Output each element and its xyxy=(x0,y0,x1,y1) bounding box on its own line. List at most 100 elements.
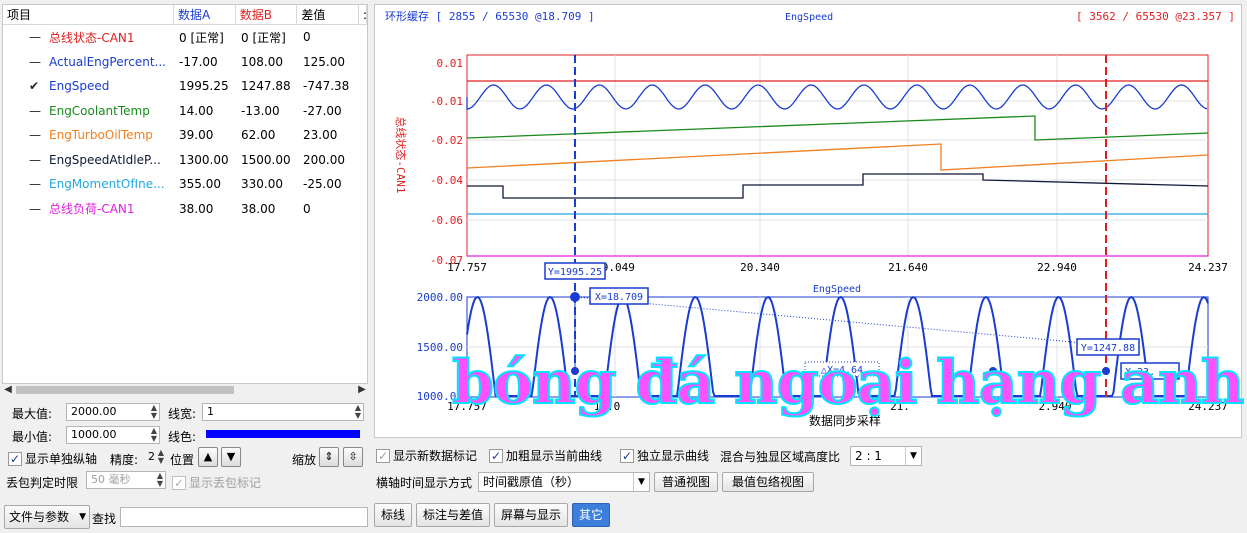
linewidth-spinner[interactable]: 1 ▲ ▼ xyxy=(202,403,364,421)
move-down-icon[interactable]: ▼ xyxy=(221,447,241,467)
spin-arrows-icon[interactable]: ▲ ▼ xyxy=(151,427,157,443)
row-data-a: 14.00 xyxy=(179,103,214,118)
row-diff: 0 xyxy=(303,201,311,216)
spin-arrows-icon[interactable]: ▲ ▼ xyxy=(355,404,361,420)
scroll-thumb[interactable] xyxy=(16,386,234,394)
solo-curve-checkbox[interactable]: ✓ 独立显示曲线 xyxy=(620,447,709,464)
normal-view-button[interactable]: 普通视图 xyxy=(654,472,718,492)
check-icon[interactable]: ✔ xyxy=(29,79,49,93)
show-drop-mark-checkbox[interactable]: ✓ 显示丢包标记 xyxy=(172,474,261,491)
cursor-a-point[interactable] xyxy=(570,292,580,302)
header-item[interactable]: 项目 xyxy=(3,5,175,24)
row-data-b: 0 [正常] xyxy=(241,30,286,45)
bottom-x-ticks: 17.757 19.0 21. 2.940 24.237 xyxy=(447,400,1228,413)
x-tick-label: 19.0 xyxy=(594,400,621,413)
spin-arrows-icon[interactable]: ▲ ▼ xyxy=(157,472,163,488)
row-item: — ActualEngPercent... xyxy=(3,55,175,69)
show-new-data-mark-checkbox[interactable]: ✓ 显示新数据标记 xyxy=(376,447,477,464)
dropdown-arrow-icon[interactable]: ▼ xyxy=(633,473,649,491)
file-params-label: 文件与参数 xyxy=(9,510,70,524)
line-marker-icon[interactable]: — xyxy=(29,55,49,69)
signal-grid[interactable]: 项目 数据A 数据B 差值 : — 总线状态-CAN1 0 [正常] 0 [正常] 0—… xyxy=(2,4,368,384)
scroll-left-icon[interactable]: ◀ xyxy=(2,384,14,396)
header-data-a[interactable]: 数据A xyxy=(174,5,236,24)
spin-arrows-icon[interactable]: ▲ ▼ xyxy=(158,449,164,465)
bold-current-curve-checkbox[interactable]: ✓ 加粗显示当前曲线 xyxy=(489,447,602,464)
x-tick-label: 21. xyxy=(890,400,910,413)
row-data-a: 39.00 xyxy=(179,128,214,143)
scroll-right-icon[interactable]: ▶ xyxy=(356,384,368,396)
linecolor-swatch[interactable] xyxy=(206,430,360,438)
file-params-button[interactable]: 文件与参数 ▼ xyxy=(4,505,90,529)
bold-current-curve-label: 加粗显示当前曲线 xyxy=(506,449,603,463)
top-plot-frame xyxy=(466,54,1209,257)
row-data-a: -17.00 xyxy=(179,54,218,69)
table-row[interactable]: — EngTurboOilTemp 39.00 62.00 23.00 xyxy=(3,123,367,148)
solo-curve-label: 独立显示曲线 xyxy=(637,449,710,463)
grid-body: — 总线状态-CAN1 0 [正常] 0 [正常] 0— ActualEngPercent… xyxy=(3,25,367,221)
header-diff[interactable]: 差值 xyxy=(297,5,360,24)
line-marker-icon[interactable]: — xyxy=(29,104,49,118)
chart-area[interactable]: 环形缓存 [ 2855 / 65530 @18.709 ] EngSpeed [… xyxy=(374,4,1242,438)
line-marker-icon[interactable]: — xyxy=(29,30,49,44)
zoom-label: 缩放 xyxy=(292,453,317,467)
move-up-icon[interactable]: ▲ xyxy=(198,447,218,467)
line-marker-icon[interactable]: — xyxy=(29,128,49,142)
ratio-value: 2 : 1 xyxy=(855,449,882,463)
header-data-b[interactable]: 数据B xyxy=(236,5,298,24)
row-name: EngSpeed xyxy=(49,79,110,94)
row-data-b: 1500.00 xyxy=(241,152,291,167)
waveform-chart[interactable]: 环形缓存 [ 2855 / 65530 @18.709 ] EngSpeed [… xyxy=(375,5,1241,437)
chart-title: EngSpeed xyxy=(785,12,833,23)
precision-spinner[interactable]: 2 ▲ ▼ xyxy=(144,449,166,467)
max-value-spinner[interactable]: 2000.00 ▲ ▼ xyxy=(66,403,160,421)
x-tick-label: 24.237 xyxy=(1188,400,1228,413)
bottom-tabs: 标线 标注与差值 屏幕与显示 其它 xyxy=(374,503,611,527)
time-display-select[interactable]: 时间戳原值（秒） ▼ xyxy=(478,472,650,492)
row-diff: 0 xyxy=(303,30,311,45)
table-row[interactable]: — 总线负荷-CAN1 38.00 38.00 0 xyxy=(3,197,367,222)
search-input[interactable] xyxy=(120,507,368,527)
checkmark-icon: ✓ xyxy=(8,451,22,466)
row-name: 总线负荷-CAN1 xyxy=(49,202,135,217)
row-name: EngMomentOfIne... xyxy=(49,177,165,192)
drop-timeout-spinner[interactable]: 50 毫秒 ▲ ▼ xyxy=(86,471,166,489)
spin-arrows-icon[interactable]: ▲ ▼ xyxy=(151,404,157,420)
time-display-label: 横轴时间显示方式 xyxy=(376,476,473,490)
ratio-select[interactable]: 2 : 1 ▼ xyxy=(850,446,922,466)
row-data-a: 0 [正常] xyxy=(179,30,224,45)
table-row[interactable]: — EngMomentOfIne... 355.00 330.00 -25.00 xyxy=(3,172,367,197)
line-marker-icon[interactable]: — xyxy=(29,202,49,216)
dropdown-arrow-icon[interactable]: ▼ xyxy=(905,447,921,465)
row-name: EngTurboOilTemp xyxy=(49,128,153,143)
x-axis-label: 数据同步采样 xyxy=(809,413,881,428)
top-y-ticks: 0.01-0.01-0.02-0.04-0.06-0.07 xyxy=(430,57,463,267)
table-row[interactable]: ✔ EngSpeed 1995.25 1247.88 -747.38 xyxy=(3,74,367,99)
table-row[interactable]: — 总线状态-CAN1 0 [正常] 0 [正常] 0 xyxy=(3,25,367,50)
row-data-b: 62.00 xyxy=(241,128,276,143)
envelope-view-button[interactable]: 最值包络视图 xyxy=(722,472,814,492)
y-tick-label: -0.01 xyxy=(430,95,463,108)
table-row[interactable]: — EngSpeedAtIdleP... 1300.00 1500.00 200.00 xyxy=(3,148,367,173)
precision-value: 2 xyxy=(148,450,155,463)
zoom-out-icon[interactable]: ⇳ xyxy=(343,447,363,467)
table-row[interactable]: — ActualEngPercent... -17.00 108.00 125.00 xyxy=(3,50,367,75)
ratio-label: 混合与独显区域高度比 xyxy=(720,450,841,464)
zoom-in-icon[interactable]: ⇕ xyxy=(319,447,339,467)
cursor-b-point[interactable] xyxy=(1102,367,1110,375)
table-row[interactable]: — EngCoolantTemp 14.00 -13.00 -27.00 xyxy=(3,99,367,124)
cursor-b-x-text: X=23. xyxy=(1125,367,1155,378)
min-value-spinner[interactable]: 1000.00 ▲ ▼ xyxy=(66,426,160,444)
cursor-b-y-text: Y=1247.88 xyxy=(1081,343,1135,354)
line-marker-icon[interactable]: — xyxy=(29,177,49,191)
tab-annotation-diff[interactable]: 标注与差值 xyxy=(416,503,491,527)
tab-marker-lines[interactable]: 标线 xyxy=(374,503,413,527)
tab-screen-display[interactable]: 屏幕与显示 xyxy=(494,503,569,527)
show-single-axis-checkbox[interactable]: ✓ 显示单独纵轴 xyxy=(8,450,97,467)
row-diff: 200.00 xyxy=(303,152,345,167)
grid-horizontal-scrollbar[interactable]: ◀ ▶ xyxy=(2,384,368,396)
row-item: — EngTurboOilTemp xyxy=(3,128,175,142)
row-name: EngSpeedAtIdleP... xyxy=(49,152,161,167)
tab-other[interactable]: 其它 xyxy=(572,503,611,527)
line-marker-icon[interactable]: — xyxy=(29,153,49,167)
